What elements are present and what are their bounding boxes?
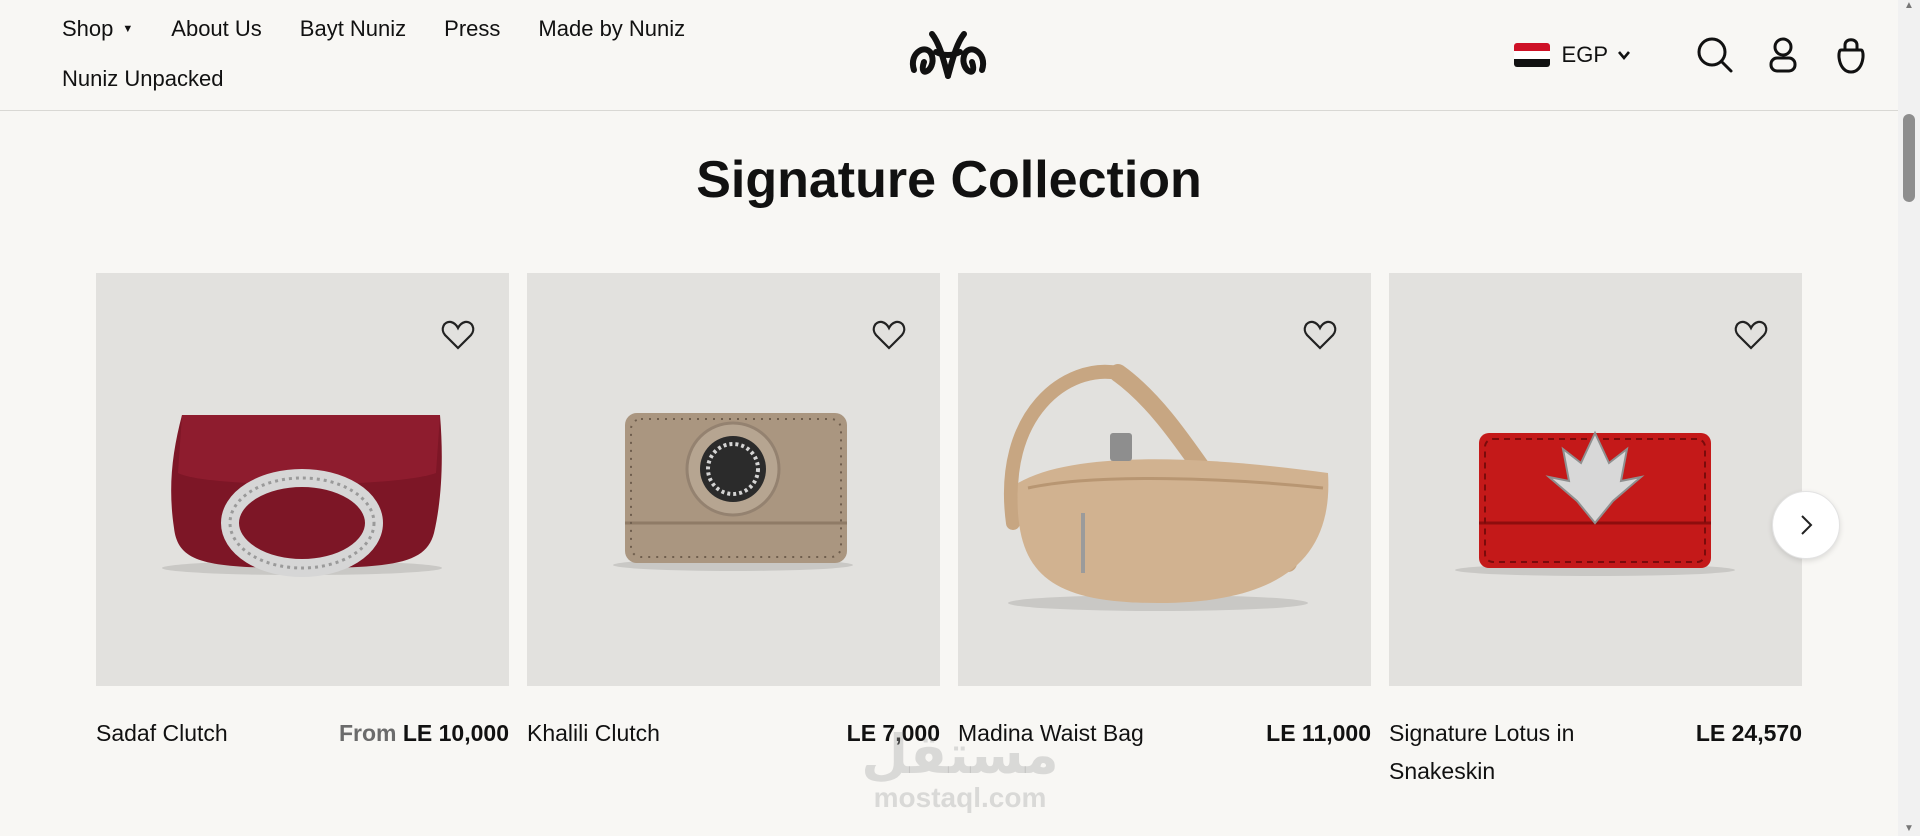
main-nav: Shop ▼ About Us Bayt Nuniz Press Made by…: [62, 10, 762, 110]
flag-stripe-red: [1513, 43, 1550, 51]
nav-press[interactable]: Press: [444, 16, 500, 42]
wishlist-heart-icon[interactable]: [1303, 319, 1337, 351]
product-image[interactable]: [96, 273, 509, 686]
product-price: LE 11,000: [1266, 714, 1371, 752]
product-name[interactable]: Khalili Clutch: [527, 714, 660, 752]
caret-down-icon: ▼: [122, 23, 134, 35]
wishlist-heart-icon[interactable]: [1734, 319, 1768, 351]
flag-stripe-black: [1513, 59, 1550, 67]
product-card[interactable]: Sadaf Clutch From LE 10,000: [96, 273, 509, 752]
product-price: From LE 10,000: [339, 714, 509, 752]
product-image[interactable]: [527, 273, 940, 686]
product-image[interactable]: [958, 273, 1371, 686]
nav-row-1: Shop ▼ About Us Bayt Nuniz Press Made by…: [62, 10, 762, 48]
currency-code: EGP: [1561, 42, 1608, 67]
product-image[interactable]: [1389, 273, 1802, 686]
nav-about-us[interactable]: About Us: [171, 16, 262, 42]
watermark-arabic: مستقل: [861, 725, 1059, 785]
chevron-right-icon: [1801, 515, 1813, 535]
scrollbar-thumb[interactable]: [1903, 114, 1915, 202]
product-card[interactable]: Signature Lotus in Snakeskin LE 24,570: [1389, 273, 1802, 790]
watermark: مستقل mostaql.com: [850, 728, 1070, 814]
watermark-latin: mostaql.com: [873, 782, 1047, 813]
account-icon[interactable]: [1764, 36, 1802, 74]
product-name[interactable]: Sadaf Clutch: [96, 714, 228, 752]
carousel-next-button[interactable]: [1772, 491, 1840, 559]
product-name[interactable]: Signature Lotus in Snakeskin: [1389, 714, 1674, 790]
logo-icon[interactable]: [906, 22, 990, 86]
page-scrollbar[interactable]: ▲ ▼: [1898, 0, 1920, 836]
section-title: Signature Collection: [696, 151, 1202, 209]
search-icon[interactable]: [1696, 36, 1734, 74]
egypt-flag-icon: [1513, 43, 1550, 67]
nav-row-2: Nuniz Unpacked: [62, 60, 762, 98]
header-tools: EGP: [1513, 30, 1870, 80]
chevron-down-icon: [1618, 51, 1630, 61]
flag-stripe-white: [1513, 51, 1550, 59]
product-price: LE 24,570: [1696, 714, 1802, 790]
scroll-down-icon[interactable]: ▼: [1904, 823, 1914, 834]
scroll-up-icon[interactable]: ▲: [1904, 0, 1914, 11]
price-value: LE 10,000: [402, 720, 509, 746]
currency-selector[interactable]: EGP: [1513, 42, 1632, 68]
price-value: LE 11,000: [1266, 720, 1371, 746]
price-prefix: From: [338, 720, 397, 746]
nav-bayt-nuniz[interactable]: Bayt Nuniz: [300, 16, 406, 42]
price-value: LE 24,570: [1695, 720, 1802, 746]
product-card[interactable]: Khalili Clutch LE 7,000: [527, 273, 940, 752]
product-info: Sadaf Clutch From LE 10,000: [96, 714, 509, 752]
bag-icon[interactable]: [1832, 36, 1870, 74]
product-info: Signature Lotus in Snakeskin LE 24,570: [1389, 714, 1802, 790]
nav-shop[interactable]: Shop ▼: [62, 16, 133, 42]
site-header: Shop ▼ About Us Bayt Nuniz Press Made by…: [0, 0, 1898, 111]
wishlist-heart-icon[interactable]: [872, 319, 906, 351]
nav-made-by-nuniz[interactable]: Made by Nuniz: [538, 16, 685, 42]
product-card[interactable]: Madina Waist Bag LE 11,000: [958, 273, 1371, 752]
nav-shop-label: Shop: [62, 16, 114, 41]
wishlist-heart-icon[interactable]: [441, 319, 475, 351]
nav-nuniz-unpacked[interactable]: Nuniz Unpacked: [62, 66, 223, 92]
